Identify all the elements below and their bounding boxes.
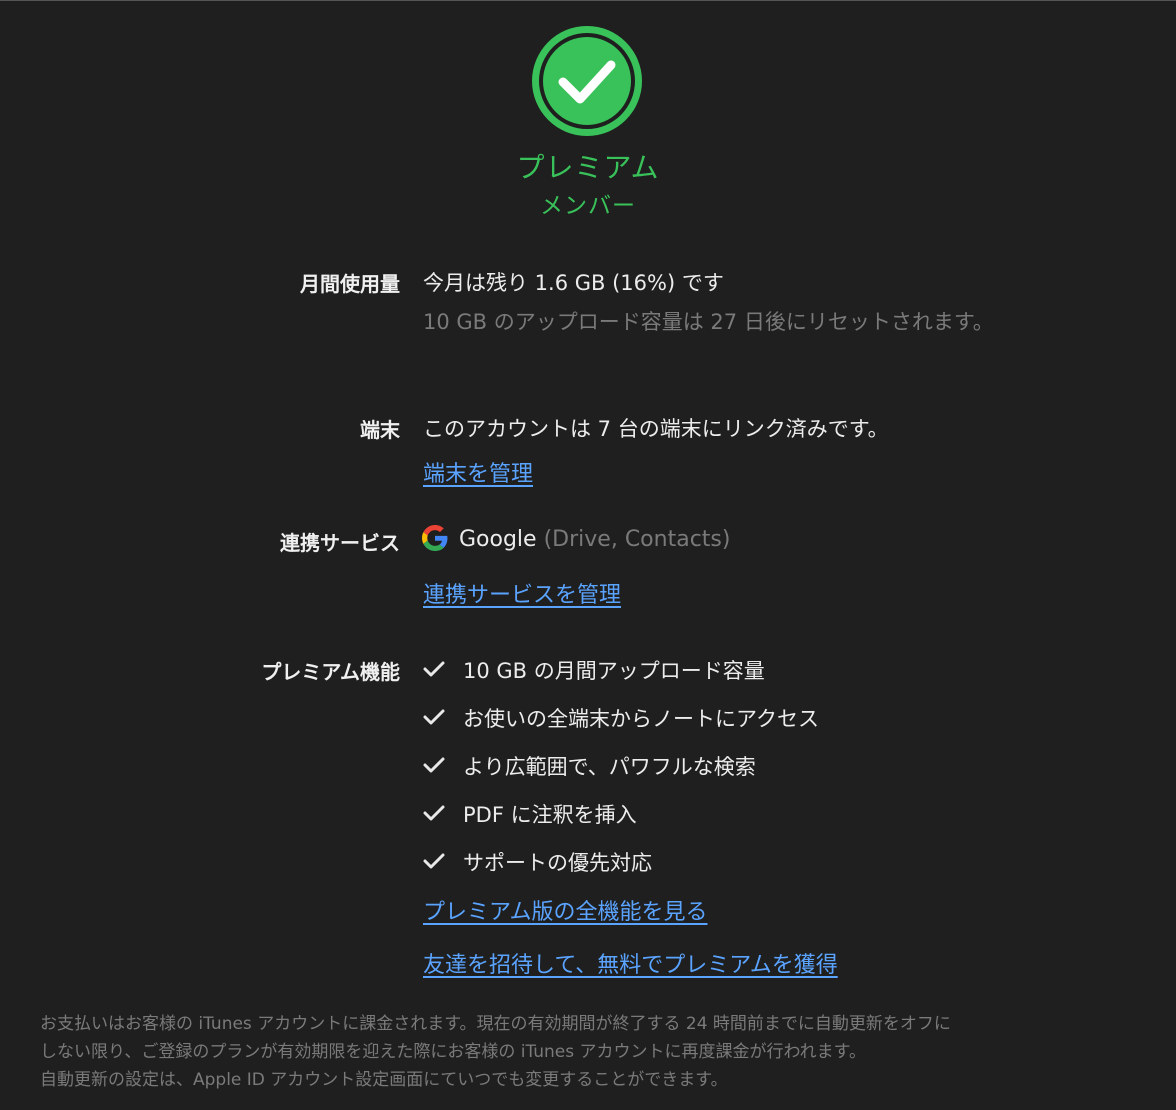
disclaimer-line: お支払いはお客様の iTunes アカウントに課金されます。現在の有効期間が終了… — [40, 1014, 951, 1034]
google-icon — [422, 525, 448, 551]
checkmark-icon — [423, 661, 445, 677]
devices-label: 端末 — [360, 418, 400, 442]
check-badge-icon — [532, 26, 642, 136]
checkmark-icon — [423, 805, 445, 821]
feature-text: サポートの優先対応 — [463, 851, 652, 875]
feature-text: 10 GB の月間アップロード容量 — [463, 659, 765, 683]
premium-features-label: プレミアム機能 — [261, 660, 400, 684]
usage-reset-note: 10 GB のアップロード容量は 27 日後にリセットされます。 — [423, 310, 994, 334]
disclaimer-line: 自動更新の設定は、Apple ID アカウント設定画面にていつでも変更することが… — [40, 1070, 728, 1090]
manage-devices-link[interactable]: 端末を管理 — [423, 456, 533, 488]
checkmark-icon — [423, 757, 445, 773]
billing-disclaimer: お支払いはお客様の iTunes アカウントに課金されます。現在の有効期間が終了… — [40, 1010, 1150, 1094]
disclaimer-line: しない限り、ご登録のプランが有効期限を迎えた際にお客様の iTunes アカウン… — [40, 1042, 866, 1062]
invite-friends-link[interactable]: 友達を招待して、無料でプレミアムを獲得 — [423, 947, 838, 979]
feature-text: お使いの全端末からノートにアクセス — [463, 707, 819, 731]
usage-remaining: 今月は残り 1.6 GB (16%) です — [423, 271, 724, 295]
checkmark-icon — [423, 709, 445, 725]
checkmark-icon — [423, 853, 445, 869]
usage-label: 月間使用量 — [300, 272, 400, 296]
google-service: Google (Drive, Contacts) — [459, 527, 730, 552]
google-service-details: (Drive, Contacts) — [543, 527, 731, 552]
manage-services-link[interactable]: 連携サービスを管理 — [423, 577, 621, 609]
devices-text: このアカウントは 7 台の端末にリンク済みです。 — [423, 417, 889, 441]
top-divider — [0, 0, 1176, 1]
all-premium-features-link[interactable]: プレミアム版の全機能を見る — [423, 894, 707, 926]
google-provider-name: Google — [459, 527, 537, 552]
membership-subtitle: メンバー — [540, 193, 636, 219]
services-label: 連携サービス — [280, 531, 400, 555]
membership-title: プレミアム — [516, 151, 660, 184]
feature-text: PDF に注釈を挿入 — [463, 803, 637, 827]
feature-text: より広範囲で、パワフルな検索 — [463, 755, 756, 779]
